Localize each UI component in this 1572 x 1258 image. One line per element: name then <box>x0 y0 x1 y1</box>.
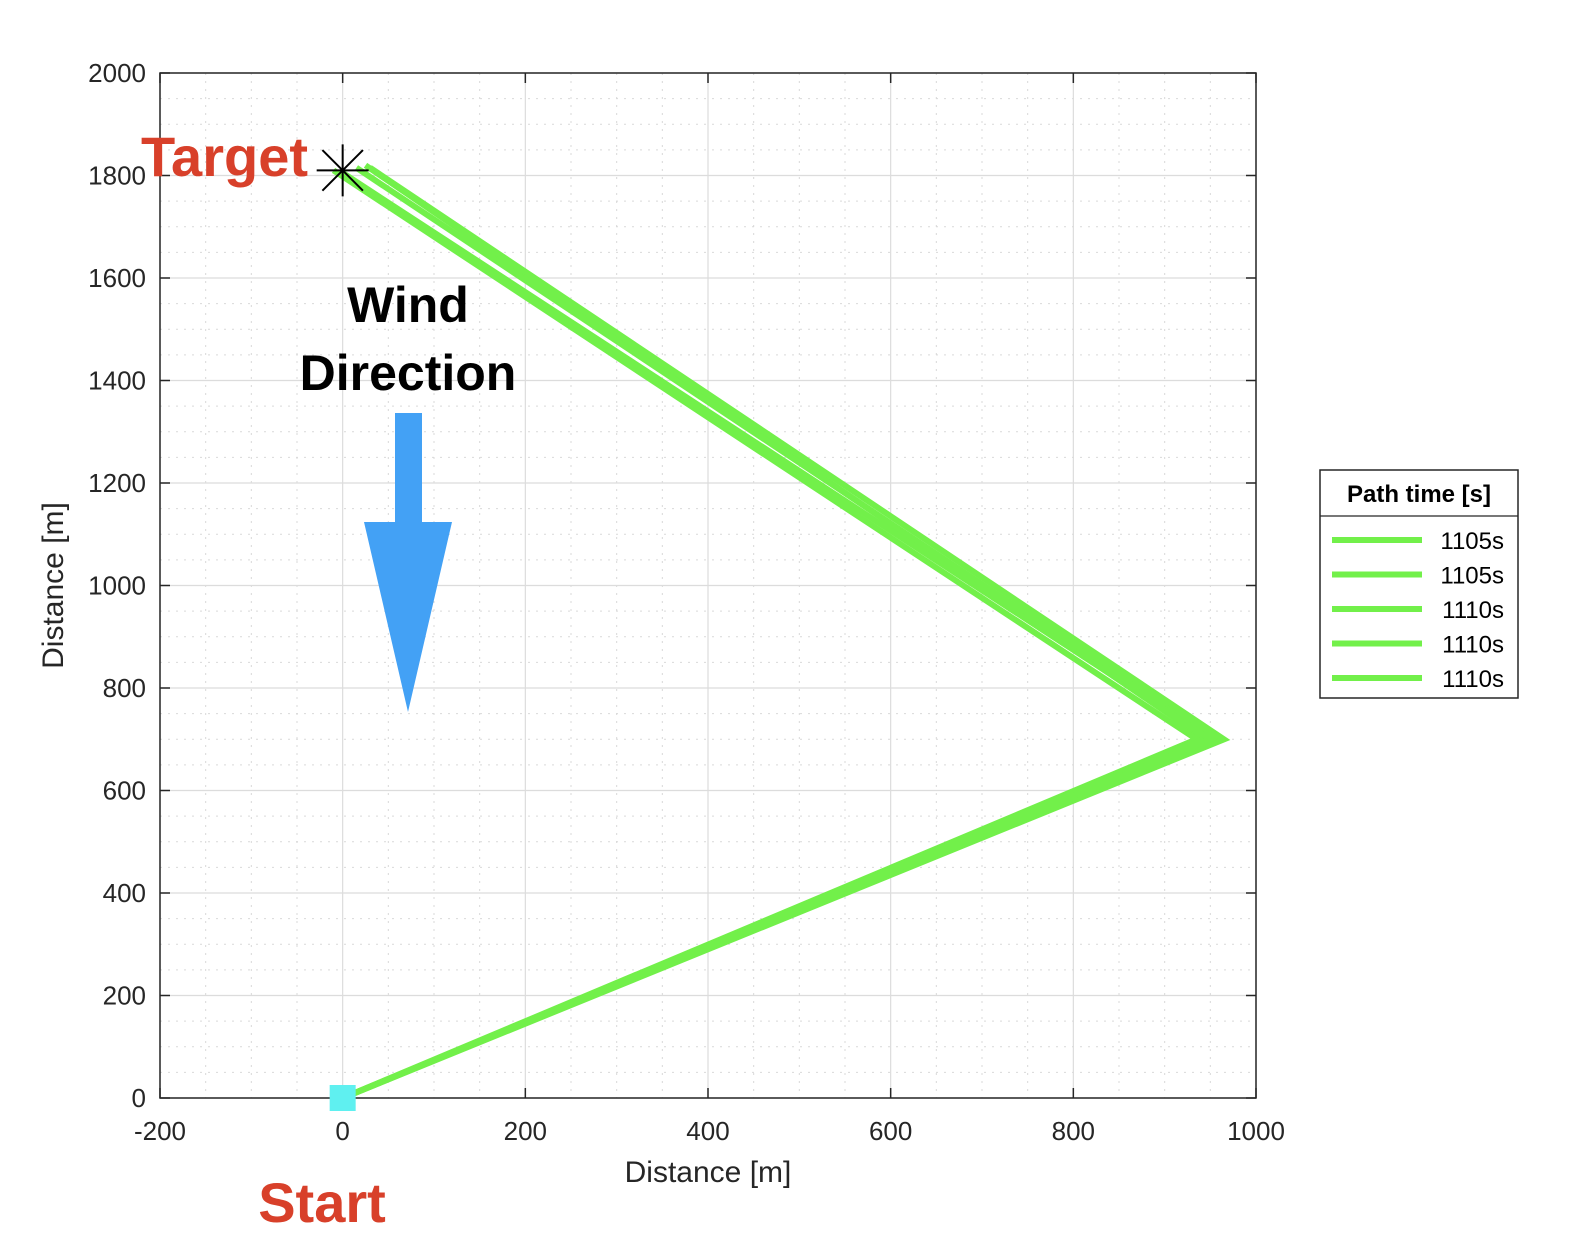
wind-direction-label-line2: Direction <box>300 345 517 401</box>
wind-direction-label-line1: Wind <box>347 277 469 333</box>
y-tick-label: 1600 <box>88 263 146 293</box>
legend-title: Path time [s] <box>1347 481 1491 508</box>
y-tick-label: 200 <box>103 981 146 1011</box>
y-tick-label: 600 <box>103 776 146 806</box>
legend: Path time [s] 1105s 1105s 1110s 1110s 1110s <box>1319 469 1519 699</box>
x-tick-label: 1000 <box>1227 1116 1285 1146</box>
target-marker-icon <box>316 144 369 197</box>
legend-entry-label: 1110s <box>1442 597 1504 624</box>
legend-entry-label: 1110s <box>1442 666 1504 693</box>
y-tick-label: 1800 <box>88 161 146 191</box>
y-tick-label: 800 <box>103 673 146 703</box>
series-line <box>341 170 1217 1101</box>
x-tick-label: 600 <box>869 1116 912 1146</box>
x-tick-labels: -200 0 200 400 600 800 1000 <box>134 1116 1285 1146</box>
series-line <box>341 165 1222 1101</box>
x-tick-label: 400 <box>686 1116 729 1146</box>
x-tick-label: 200 <box>504 1116 547 1146</box>
x-tick-label: 800 <box>1052 1116 1095 1146</box>
series-line <box>341 165 1231 1101</box>
legend-entry-label: 1105s <box>1440 528 1504 555</box>
y-tick-labels: 0 200 400 600 800 1000 1200 1400 1600 1800 2000 <box>88 58 146 1113</box>
legend-entry-label: 1110s <box>1442 632 1504 659</box>
y-tick-label: 1000 <box>88 571 146 601</box>
x-axis-label: Distance [m] <box>625 1156 792 1189</box>
legend-entry-label: 1105s <box>1440 563 1504 590</box>
y-tick-label: 1200 <box>88 468 146 498</box>
target-annotation: Target <box>141 125 308 188</box>
y-tick-label: 2000 <box>88 58 146 88</box>
start-marker <box>329 1085 356 1111</box>
y-tick-label: 0 <box>132 1083 146 1113</box>
series-line <box>341 162 1213 1101</box>
x-tick-label: 0 <box>335 1116 349 1146</box>
y-axis-label: Distance [m] <box>37 502 70 669</box>
path-chart: -200 0 200 400 600 800 1000 020040060080010001… <box>37 58 1519 1234</box>
y-tick-label: 400 <box>103 878 146 908</box>
start-annotation: Start <box>258 1171 386 1234</box>
y-tick-label: 1400 <box>88 366 146 396</box>
x-tick-label: -200 <box>134 1116 186 1146</box>
